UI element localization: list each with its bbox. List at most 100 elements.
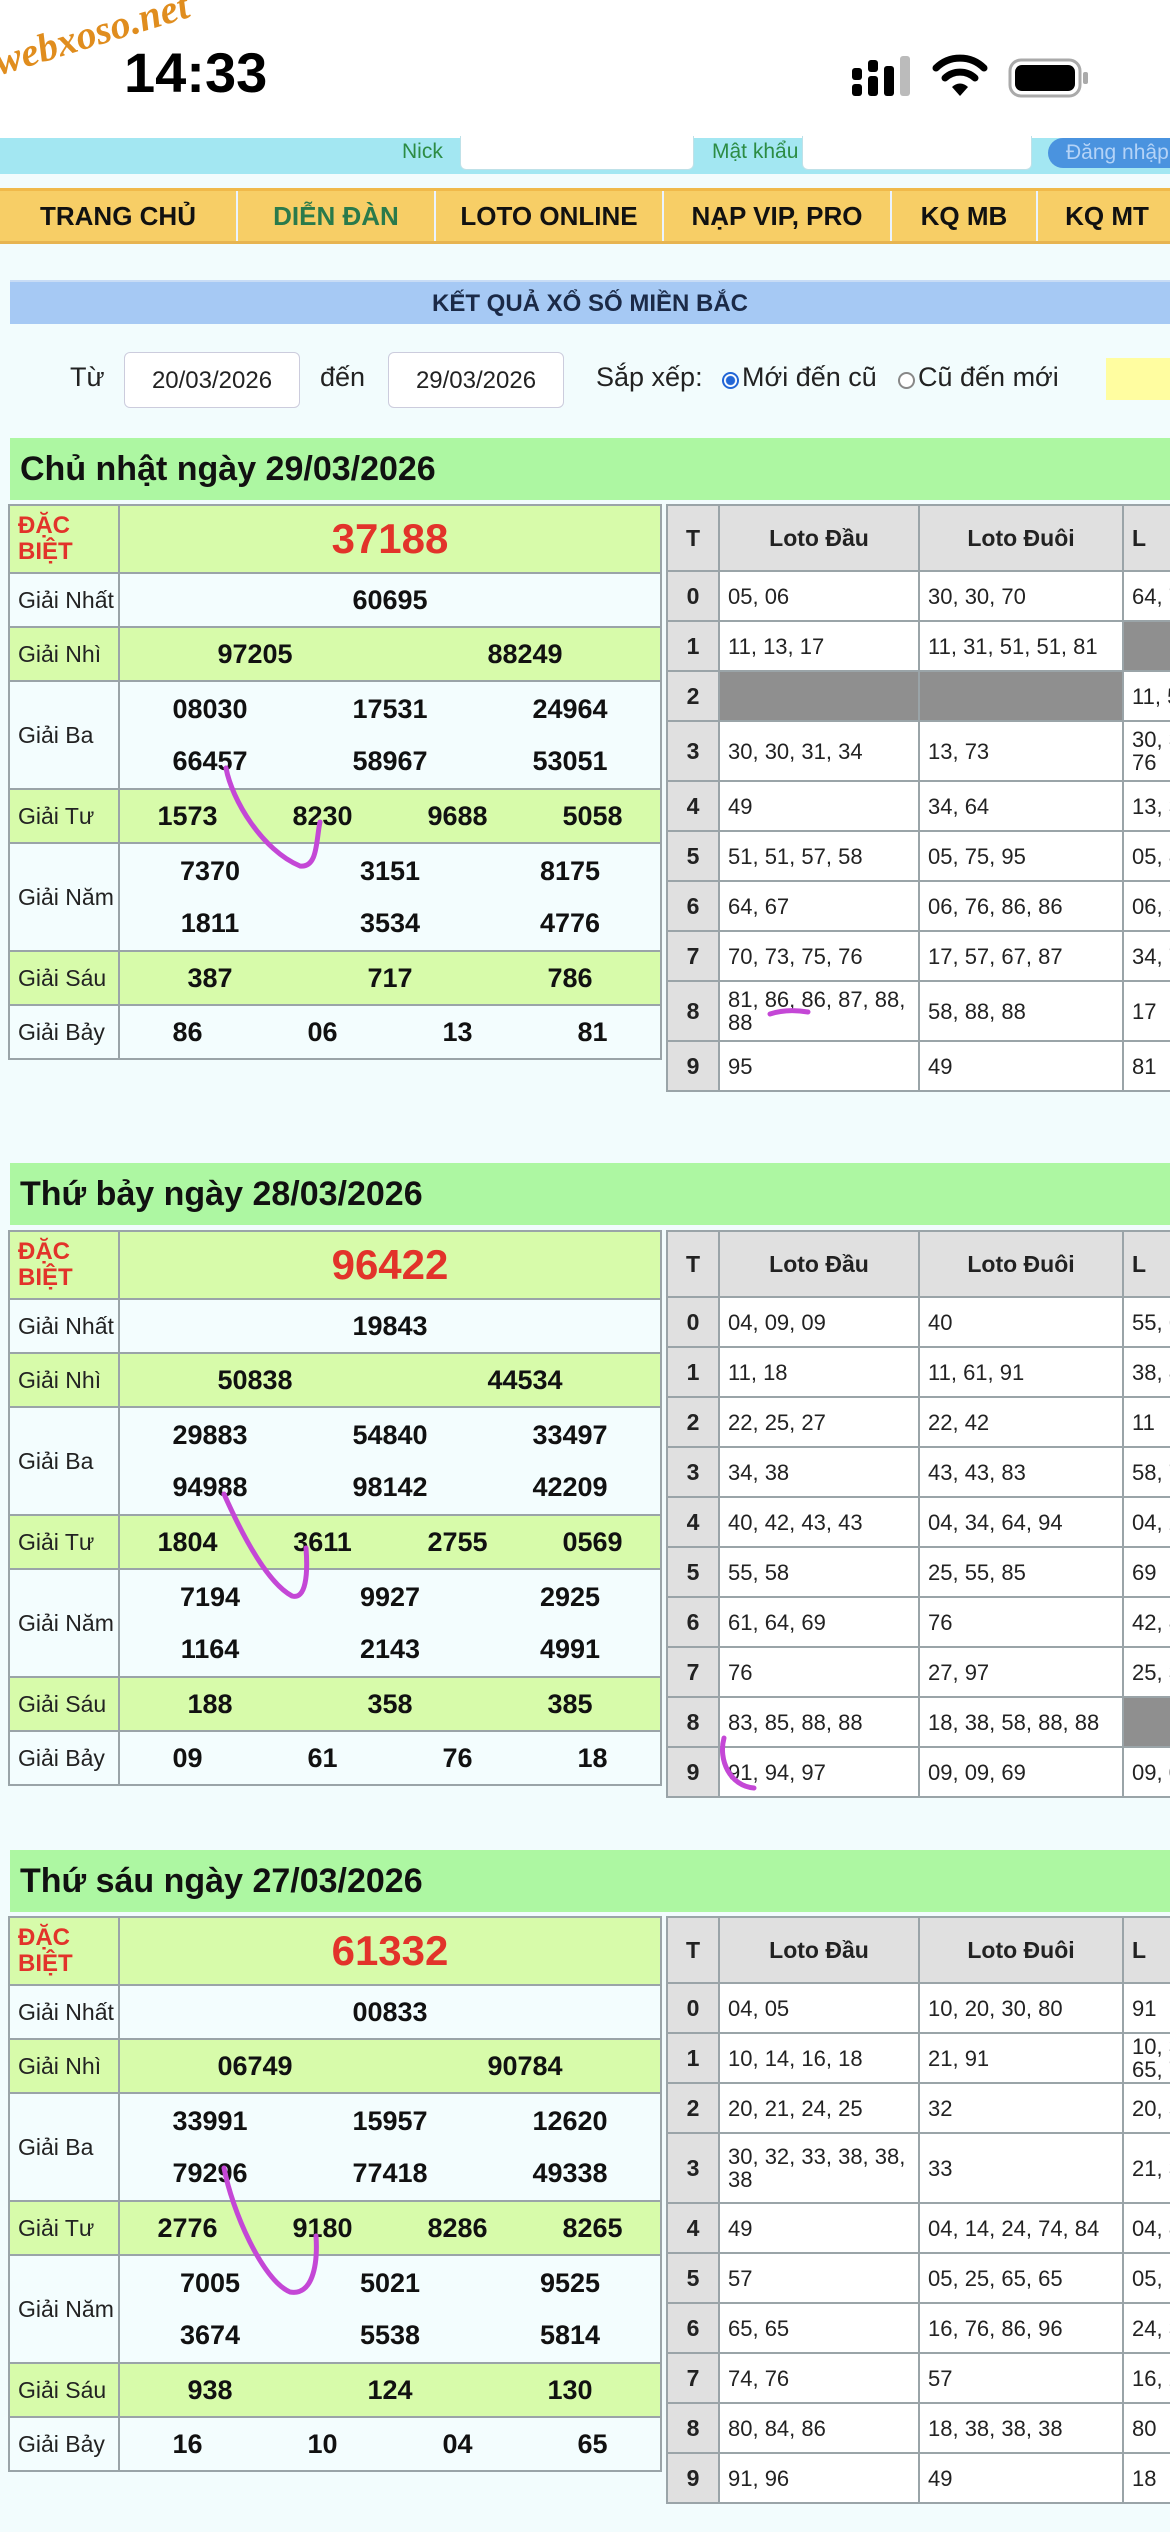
sort-old-radio[interactable]: [898, 372, 915, 389]
loto-cell: 13, 73: [918, 720, 1124, 782]
nav-loto-online[interactable]: LOTO ONLINE: [436, 191, 664, 241]
result-number: 98142: [352, 1471, 428, 1502]
nav-forum[interactable]: DIỄN ĐÀN: [238, 191, 436, 241]
result-number: 130: [547, 2374, 593, 2405]
sort-new-radio[interactable]: [722, 372, 739, 389]
loto-row: 664, 6706, 76, 86, 8606, 5: [666, 880, 1170, 932]
loto-cell: 8: [666, 980, 720, 1042]
loto-cell: 3: [666, 2132, 720, 2204]
prize-table: ĐẶC BIỆT 37188 Giải Nhất 60695 Giải Nhì 97205…: [8, 504, 662, 1060]
login-button[interactable]: Đăng nhập: [1048, 138, 1170, 168]
prize-label: Giải Nhì: [8, 2038, 120, 2094]
loto-cell: 58, 7: [1122, 1446, 1170, 1498]
loto-cell: 58, 88, 88: [918, 980, 1124, 1042]
loto-cell: 76: [718, 1646, 920, 1698]
loto-cell: [1122, 1696, 1170, 1748]
result-number: 3534: [359, 907, 421, 938]
nav-vip[interactable]: NẠP VIP, PRO: [664, 191, 892, 241]
loto-row: 77627, 9725, 3: [666, 1646, 1170, 1698]
col-loto-duoi: Loto Đuôi: [918, 504, 1124, 572]
loto-cell: 80: [1122, 2402, 1170, 2454]
loto-row: 110, 14, 16, 1821, 9110, 3 65, 7: [666, 2032, 1170, 2084]
loto-cell: 18: [1122, 2452, 1170, 2504]
loto-row: 770, 73, 75, 7617, 57, 67, 8734, 7: [666, 930, 1170, 982]
nav-kq-mt[interactable]: KQ MT: [1038, 191, 1170, 241]
result-number: 79296: [172, 2157, 248, 2188]
prize-label: Giải Sáu: [8, 950, 120, 1006]
result-number: 00833: [352, 1996, 428, 2027]
loto-table: TLoto ĐầuLoto ĐuôiL004, 09, 094055, 6111…: [666, 1230, 1170, 1798]
special-label: ĐẶC BIỆT: [8, 1916, 120, 1986]
loto-row: 44904, 14, 24, 74, 8404, 8: [666, 2202, 1170, 2254]
result-number: 65: [577, 2428, 608, 2459]
loto-cell: 32: [918, 2082, 1124, 2134]
result-number: 387: [187, 962, 233, 993]
prize-label: Giải Nhì: [8, 626, 120, 682]
result-number: 1573: [157, 800, 218, 831]
result-number: 4991: [539, 1633, 601, 1664]
result-number: 7370: [179, 855, 241, 886]
from-date-input[interactable]: 20/03/2026: [124, 352, 300, 408]
loto-cell: 5: [666, 830, 720, 882]
loto-row: 004, 09, 094055, 6: [666, 1296, 1170, 1348]
login-bar: Nick Mật khẩu Đăng nhập: [0, 136, 1170, 174]
loto-cell: 64, 7: [1122, 570, 1170, 622]
nick-input[interactable]: [460, 136, 694, 170]
result-number: 8175: [539, 855, 601, 886]
result-number: 4776: [539, 907, 601, 938]
loto-cell: 4: [666, 1496, 720, 1548]
col-t: T: [666, 1916, 720, 1984]
prize-label: Giải Bảy: [8, 1730, 120, 1786]
loto-row: 9 95 49 81: [666, 1040, 1170, 1092]
page-title: KẾT QUẢ XỔ SỐ MIỀN BẮC: [10, 280, 1170, 324]
loto-cell: 51, 51, 57, 58: [718, 830, 920, 882]
loto-row: 2 11, 5: [666, 670, 1170, 722]
sort-old-label[interactable]: Cũ đến mới: [918, 362, 1059, 393]
result-number: 04: [442, 2428, 473, 2459]
nav-home[interactable]: TRANG CHỦ: [0, 191, 238, 241]
result-number: 1811: [180, 907, 240, 938]
col-loto-duoi: Loto Đuôi: [918, 1916, 1124, 1984]
loto-cell: 04, 09, 09: [718, 1296, 920, 1348]
result-number: 8230: [292, 800, 353, 831]
sort-new-label[interactable]: Mới đến cũ: [742, 362, 877, 393]
prize-label: Giải Bảy: [8, 2416, 120, 2472]
prize-table: ĐẶC BIỆT 61332 Giải Nhất 00833 Giải Nhì 06749…: [8, 1916, 662, 2472]
result-number: 5021: [359, 2267, 421, 2298]
prize-label: Giải Bảy: [8, 1004, 120, 1060]
result-number: 717: [367, 962, 413, 993]
loto-cell: 18, 38, 38, 38: [918, 2402, 1124, 2454]
loto-cell: 21, 91: [918, 2032, 1124, 2084]
loto-cell: 27, 97: [918, 1646, 1124, 1698]
loto-cell: 49: [918, 1040, 1124, 1092]
loto-row: 5 55, 58 25, 55, 85 69: [666, 1546, 1170, 1598]
prize-label: Giải Nhất: [8, 1298, 120, 1354]
loto-cell: 74, 76: [718, 2352, 920, 2404]
loto-cell: 22, 42: [918, 1396, 1124, 1448]
nav-kq-mb[interactable]: KQ MB: [892, 191, 1038, 241]
col-loto-dau: Loto Đầu: [718, 1230, 920, 1298]
result-number: 938: [187, 2374, 233, 2405]
to-date-input[interactable]: 29/03/2026: [388, 352, 564, 408]
loto-cell: 04, 8: [1122, 2202, 1170, 2254]
result-number: 24964: [532, 693, 608, 724]
loto-row: 334, 3843, 43, 8358, 7: [666, 1446, 1170, 1498]
result-number: 12620: [532, 2105, 608, 2136]
loto-cell: 6: [666, 880, 720, 932]
loto-cell: 25, 3: [1122, 1646, 1170, 1698]
result-number: 09: [172, 1742, 203, 1773]
loto-cell: 05, 06: [718, 570, 920, 622]
loto-cell: 09, 09, 69: [918, 1746, 1124, 1798]
loto-cell: 91, 94, 97: [718, 1746, 920, 1798]
prize-label: Giải Nhất: [8, 1984, 120, 2040]
loto-cell: 1: [666, 1346, 720, 1398]
loto-cell: 49: [718, 780, 920, 832]
view-button[interactable]: [1106, 358, 1170, 400]
result-number: 88249: [487, 638, 563, 669]
loto-cell: 30, 32, 33, 38, 38, 38: [718, 2132, 920, 2204]
loto-cell: 09, 0: [1122, 1746, 1170, 1798]
loto-table: T Loto Đầu Loto Đuôi L 0 05, 06 30, 30, 70 64, …: [666, 504, 1170, 1092]
day-title: Thứ sáu ngày 27/03/2026: [10, 1850, 1170, 1912]
password-input[interactable]: [802, 136, 1032, 170]
result-number: 42209: [532, 1471, 608, 1502]
